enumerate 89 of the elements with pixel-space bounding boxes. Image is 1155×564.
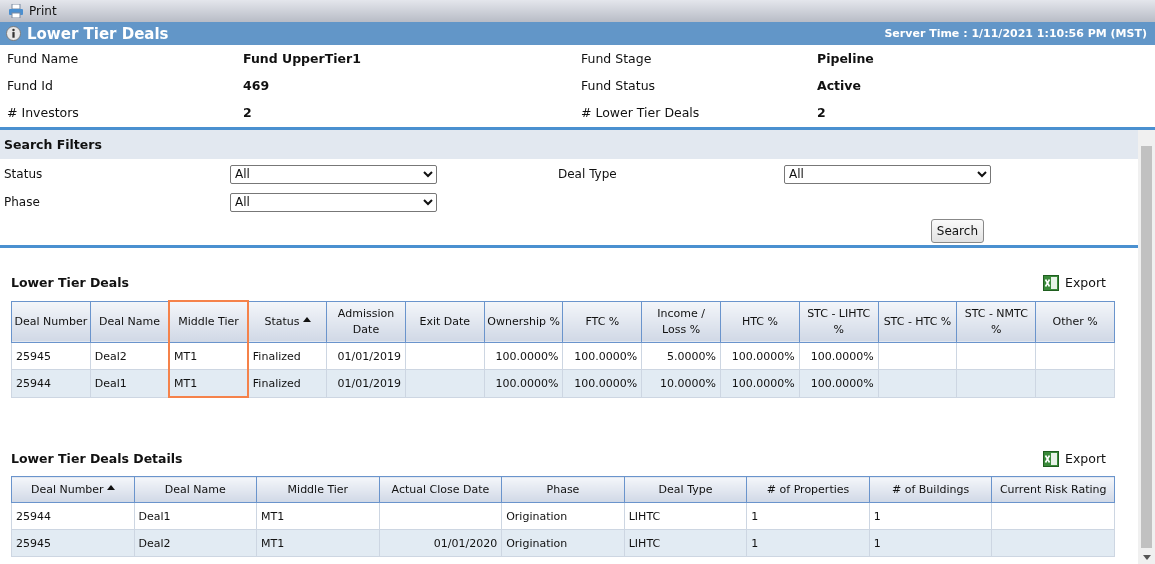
table-cell: Finalized (247, 342, 327, 370)
column-header[interactable]: Deal Number (11, 476, 135, 503)
table-cell: 25944 (11, 502, 135, 530)
column-header[interactable]: Exit Date (405, 301, 485, 343)
sort-ascending-icon (302, 316, 311, 322)
table-cell: 100.0000% (484, 342, 563, 370)
filter-label: Phase (4, 195, 41, 209)
table-title: Lower Tier Deals (11, 275, 129, 290)
table-cell: 5.0000% (641, 342, 721, 370)
table-cell: 10.0000% (641, 369, 721, 397)
printer-icon (8, 4, 24, 18)
info-icon (6, 26, 21, 41)
column-header[interactable]: Status (247, 301, 327, 343)
column-header[interactable]: Admission Date (326, 301, 406, 343)
column-header[interactable]: STC - HTC % (878, 301, 957, 343)
filter-label: Status (4, 167, 44, 181)
table-cell: 100.0000% (799, 342, 879, 370)
table-cell: LIHTC (624, 502, 747, 530)
column-header[interactable]: Deal Type (624, 476, 747, 503)
field-label: Fund Stage (581, 51, 653, 66)
table-cell: LIHTC (624, 529, 747, 557)
column-header[interactable]: Middle Tier (169, 301, 248, 343)
section-title: Search Filters (0, 130, 1138, 159)
column-header[interactable]: # of Buildings (869, 476, 992, 503)
table-cell: 100.0000% (562, 369, 642, 397)
table-cell: MT1 (256, 502, 380, 530)
filter-dropdown[interactable]: All (784, 164, 991, 184)
column-header[interactable]: HTC % (720, 301, 800, 343)
page-title: Lower Tier Deals (27, 24, 170, 43)
table-cell: 25944 (11, 369, 91, 397)
table-cell: 100.0000% (484, 369, 563, 397)
export-button[interactable]: Export (1043, 274, 1106, 291)
column-header[interactable]: Deal Number (11, 301, 91, 343)
field-value: Pipeline (817, 51, 875, 66)
table-cell: 25945 (11, 529, 135, 557)
table-cell: 1 (746, 502, 870, 530)
column-header[interactable]: STC - NMTC % (956, 301, 1036, 343)
spreadsheet-icon (1043, 450, 1060, 467)
table-cell: 01/01/2019 (326, 369, 406, 397)
table-cell: MT1 (169, 369, 248, 397)
column-header[interactable]: Phase (501, 476, 625, 503)
column-header[interactable]: Middle Tier (256, 476, 380, 503)
table-cell: Deal1 (134, 502, 257, 530)
table-cell: 01/01/2020 (379, 529, 502, 557)
table-cell: 100.0000% (720, 369, 800, 397)
field-value: 469 (243, 78, 271, 93)
table-cell: 01/01/2019 (326, 342, 406, 370)
sort-ascending-icon (106, 484, 115, 490)
table-cell: Finalized (247, 369, 327, 397)
table-cell: 1 (869, 502, 992, 530)
column-header[interactable]: Deal Name (90, 301, 170, 343)
field-value: 2 (817, 105, 827, 120)
column-header[interactable]: # of Properties (746, 476, 870, 503)
field-label: Fund Name (7, 51, 80, 66)
table-cell: Origination (501, 502, 625, 530)
field-value: Fund UpperTier1 (243, 51, 362, 66)
filter-label: Deal Type (558, 167, 618, 181)
column-header[interactable]: STC - LIHTC % (799, 301, 879, 343)
table-cell: 100.0000% (562, 342, 642, 370)
field-label: Fund Id (7, 78, 54, 93)
column-header[interactable]: Income / Loss % (641, 301, 721, 343)
column-header[interactable]: Actual Close Date (379, 476, 502, 503)
filter-dropdown[interactable]: All (230, 192, 437, 212)
table-cell: MT1 (256, 529, 380, 557)
field-label: Fund Status (581, 78, 657, 93)
column-header[interactable]: Current Risk Rating (991, 476, 1115, 503)
filter-dropdown[interactable]: All (230, 164, 437, 184)
table-cell: 100.0000% (720, 342, 800, 370)
table-cell: Deal2 (134, 529, 257, 557)
spreadsheet-icon (1043, 274, 1060, 291)
scrollbar-thumb[interactable] (1141, 146, 1152, 548)
field-label: # Lower Tier Deals (581, 105, 701, 120)
column-header[interactable]: FTC % (562, 301, 642, 343)
column-header[interactable]: Ownership % (484, 301, 563, 343)
table-title: Lower Tier Deals Details (11, 451, 183, 466)
export-button[interactable]: Export (1043, 450, 1106, 467)
table-cell: Origination (501, 529, 625, 557)
table-cell: 25945 (11, 342, 91, 370)
search-button[interactable]: Search (930, 219, 984, 243)
table-cell: 1 (746, 529, 870, 557)
field-value: 2 (243, 105, 253, 120)
column-header[interactable]: Other % (1035, 301, 1115, 343)
column-header[interactable]: Deal Name (134, 476, 257, 503)
table-cell: 1 (869, 529, 992, 557)
print-button[interactable]: Print (6, 4, 59, 18)
field-label: # Investors (7, 105, 80, 120)
server-time: Server Time : 1/11/2021 1:10:56 PM (MST) (884, 27, 1147, 40)
table-cell: 100.0000% (799, 369, 879, 397)
field-value: Active (817, 78, 862, 93)
